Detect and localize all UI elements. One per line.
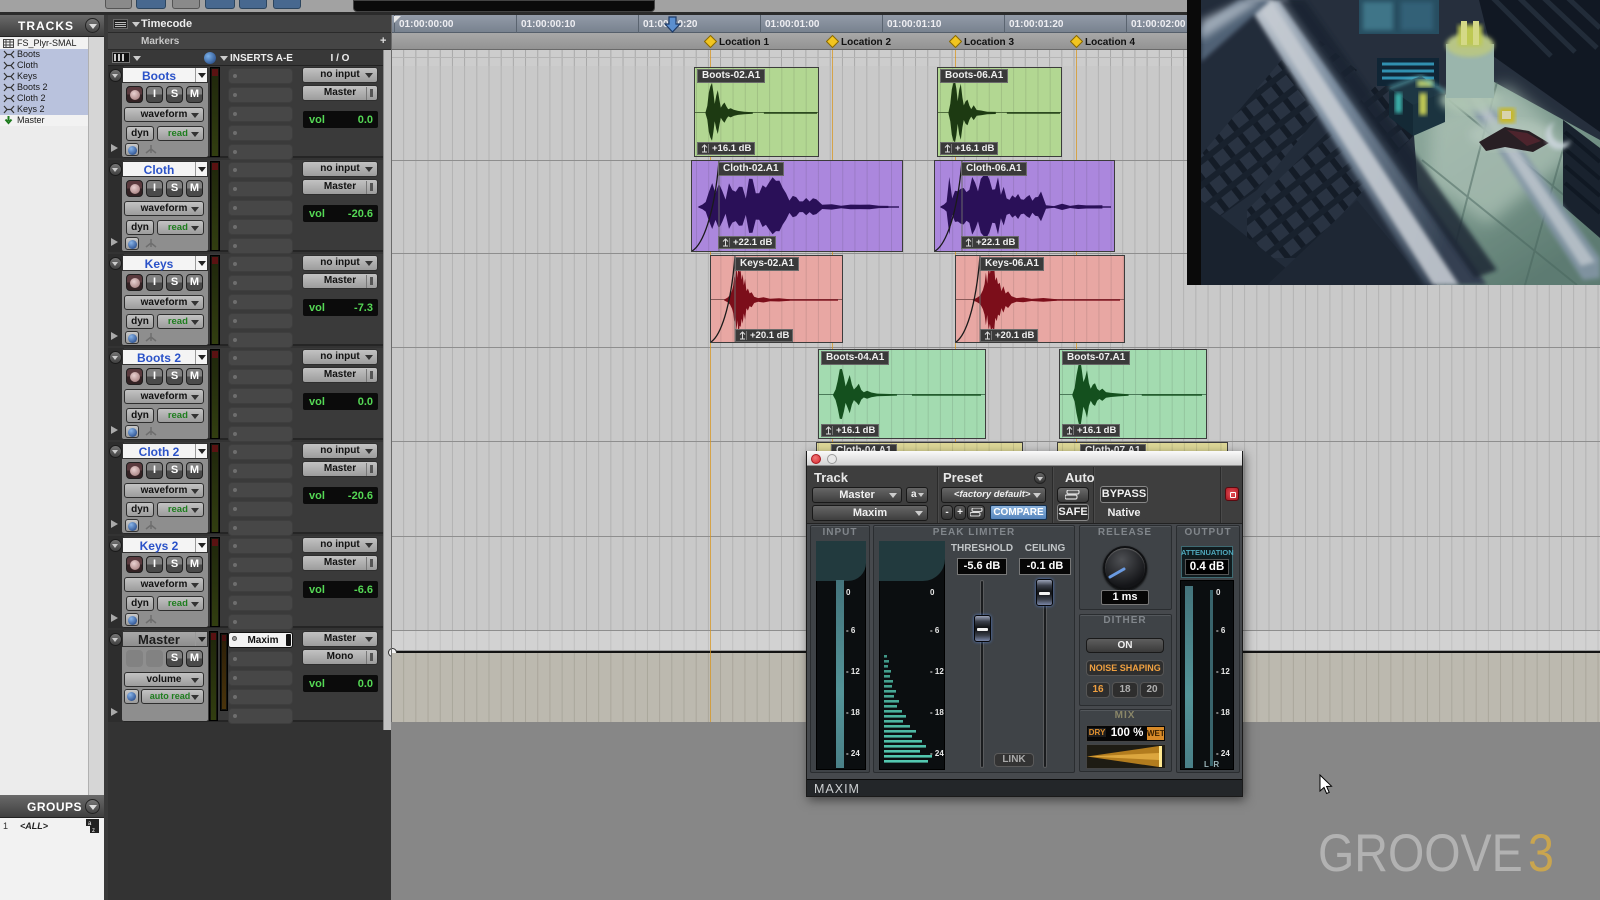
svg-text:z: z — [92, 828, 95, 833]
